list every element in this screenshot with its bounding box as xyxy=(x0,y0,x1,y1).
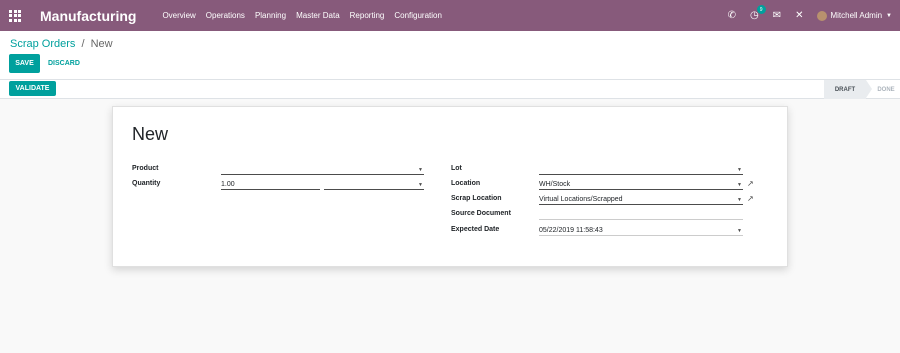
form-sheet: New Product ▼ Quantity 1.00 ▼ Lot ▼ Loca… xyxy=(112,106,788,267)
chat-icon[interactable]: ✉ xyxy=(773,10,781,21)
breadcrumb: Scrap Orders / New xyxy=(10,38,113,50)
breadcrumb-separator: / xyxy=(81,38,85,50)
location-value: WH/Stock xyxy=(539,181,571,188)
menu-item-master-data[interactable]: Master Data xyxy=(296,11,340,20)
main-menu: Overview Operations Planning Master Data… xyxy=(162,11,451,20)
expected-date-value: 05/22/2019 11:58:43 xyxy=(539,227,603,234)
source-document-field[interactable] xyxy=(539,210,743,220)
breadcrumb-parent-link[interactable]: Scrap Orders xyxy=(10,38,75,50)
avatar xyxy=(817,10,828,21)
phone-icon[interactable]: ✆ xyxy=(728,10,736,21)
external-link-icon[interactable]: ↗ xyxy=(747,179,754,188)
quantity-label: Quantity xyxy=(132,180,161,187)
external-link-icon[interactable]: ↗ xyxy=(747,194,754,203)
dropdown-arrow-icon: ▼ xyxy=(737,182,742,188)
status-bar: VALIDATE DRAFT DONE xyxy=(0,80,900,99)
control-panel: Scrap Orders / New SAVE DISCARD xyxy=(0,31,900,80)
breadcrumb-current: New xyxy=(90,38,113,50)
caret-down-icon: ▼ xyxy=(886,12,892,19)
lot-label: Lot xyxy=(451,165,462,172)
uom-field[interactable]: ▼ xyxy=(324,180,424,190)
activity-badge: 9 xyxy=(756,5,766,14)
app-brand[interactable]: Manufacturing xyxy=(40,8,136,24)
source-document-label: Source Document xyxy=(451,210,511,217)
user-name: Mitchell Admin xyxy=(830,11,883,20)
dropdown-arrow-icon: ▼ xyxy=(737,197,742,203)
dropdown-arrow-icon: ▼ xyxy=(737,228,742,234)
product-field[interactable]: ▼ xyxy=(221,165,424,175)
expected-date-field[interactable]: 05/22/2019 11:58:43 ▼ xyxy=(539,226,743,236)
lot-field[interactable]: ▼ xyxy=(539,165,743,175)
scrap-location-label: Scrap Location xyxy=(451,195,502,202)
activity-clock-icon[interactable]: ◷ 9 xyxy=(750,5,766,21)
location-label: Location xyxy=(451,180,481,187)
product-label: Product xyxy=(132,165,159,172)
scrap-location-field[interactable]: Virtual Locations/Scrapped ▼ xyxy=(539,195,743,205)
close-icon[interactable]: ✕ xyxy=(795,10,803,21)
quantity-field[interactable]: 1.00 xyxy=(221,180,320,190)
menu-item-planning[interactable]: Planning xyxy=(255,11,286,20)
discard-button[interactable]: DISCARD xyxy=(48,54,80,73)
save-button[interactable]: SAVE xyxy=(9,54,40,73)
menu-item-overview[interactable]: Overview xyxy=(162,11,195,20)
validate-button[interactable]: VALIDATE xyxy=(9,81,56,96)
user-menu[interactable]: Mitchell Admin ▼ xyxy=(817,10,892,21)
dropdown-arrow-icon: ▼ xyxy=(737,167,742,173)
systray: ✆ ◷ 9 ✉ ✕ Mitchell Admin ▼ xyxy=(728,0,900,31)
stage-draft[interactable]: DRAFT xyxy=(824,80,872,99)
status-stages: DRAFT DONE xyxy=(824,80,900,99)
page-title: New xyxy=(132,124,169,144)
location-field[interactable]: WH/Stock ▼ xyxy=(539,180,743,190)
dropdown-arrow-icon: ▼ xyxy=(418,182,423,188)
menu-item-operations[interactable]: Operations xyxy=(206,11,245,20)
stage-done[interactable]: DONE xyxy=(866,80,900,99)
apps-grid-icon[interactable] xyxy=(0,0,30,31)
top-navbar: Manufacturing Overview Operations Planni… xyxy=(0,0,900,31)
quantity-value: 1.00 xyxy=(221,181,235,188)
menu-item-configuration[interactable]: Configuration xyxy=(394,11,442,20)
expected-date-label: Expected Date xyxy=(451,226,500,233)
menu-item-reporting[interactable]: Reporting xyxy=(350,11,385,20)
scrap-location-value: Virtual Locations/Scrapped xyxy=(539,196,623,203)
dropdown-arrow-icon: ▼ xyxy=(418,167,423,173)
